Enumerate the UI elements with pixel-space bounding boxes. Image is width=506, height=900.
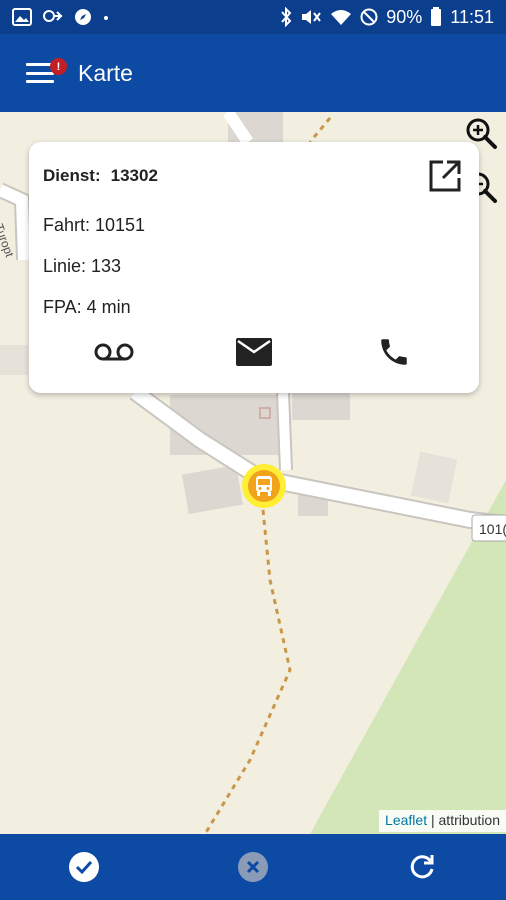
road <box>278 392 291 471</box>
bus-marker[interactable] <box>242 464 286 508</box>
page-title: Karte <box>78 59 133 86</box>
status-right-icons: 90% 11:51 <box>280 7 494 27</box>
popup-actions <box>29 332 479 372</box>
bottom-action-bar <box>0 834 506 900</box>
vehicle-info-popup: Dienst: 13302 Fahrt: 10151 Linie: 133 FPA… <box>29 142 479 393</box>
confirm-button[interactable] <box>68 851 100 883</box>
open-in-new-icon <box>429 160 461 192</box>
message-button[interactable] <box>231 332 277 372</box>
dnd-icon <box>360 8 378 26</box>
cancel-button[interactable] <box>237 851 269 883</box>
building <box>0 345 28 375</box>
battery-percent: 90% <box>386 7 423 27</box>
footpath <box>308 117 332 143</box>
dienst-label: Dienst: <box>43 166 101 185</box>
menu-button[interactable]: ! <box>0 34 80 112</box>
voicemail-button[interactable] <box>91 332 137 372</box>
image-icon <box>12 8 32 26</box>
open-details-button[interactable] <box>427 158 463 194</box>
app-bar: ! Karte <box>0 34 506 112</box>
battery-icon <box>431 7 442 26</box>
road-label-number: 101( <box>479 521 506 537</box>
bluetooth-icon <box>281 7 292 27</box>
voicemail-icon <box>94 343 134 361</box>
refresh-button[interactable] <box>406 851 438 883</box>
call-button[interactable] <box>371 332 417 372</box>
cast-icon <box>43 10 63 22</box>
leaflet-link[interactable]: Leaflet <box>385 812 427 828</box>
bus-marker-inner <box>248 470 280 502</box>
attribution-text: attribution <box>438 812 500 828</box>
bus-icon <box>256 476 272 496</box>
compass-icon <box>75 9 91 25</box>
check-icon <box>69 852 99 882</box>
map-attribution: Leaflet | attribution <box>379 810 506 832</box>
building <box>292 392 350 420</box>
mute-icon <box>302 10 322 24</box>
dot-icon <box>104 16 108 20</box>
refresh-icon <box>410 855 434 879</box>
wifi-icon <box>331 10 352 25</box>
building <box>181 465 244 515</box>
footpath <box>203 499 292 834</box>
dienst-row: Dienst: 13302 <box>43 166 158 186</box>
building <box>410 451 458 504</box>
notification-badge: ! <box>50 58 67 75</box>
linie-row: Linie: 133 <box>43 256 122 276</box>
fpa-row: FPA: 4 min <box>43 297 131 317</box>
cancel-icon <box>238 852 268 882</box>
phone-icon <box>381 339 407 365</box>
status-bar: 90% 11:51 <box>0 0 506 34</box>
fahrt-row: Fahrt: 10151 <box>43 215 146 235</box>
status-left-icons <box>12 8 110 26</box>
mail-icon <box>236 338 272 366</box>
dienst-value: 13302 <box>110 166 158 185</box>
attribution-separator: | <box>430 812 435 828</box>
clock: 11:51 <box>450 7 494 27</box>
